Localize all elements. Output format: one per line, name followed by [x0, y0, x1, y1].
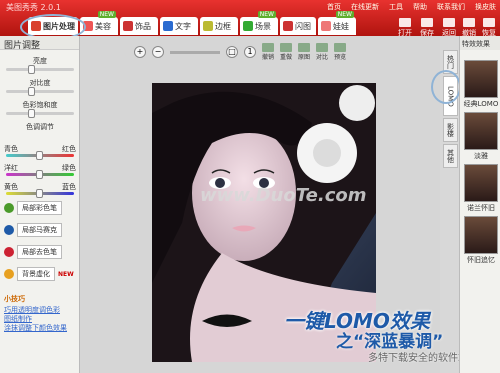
- saturation-label: 色彩饱和度: [22, 101, 58, 109]
- menu-contact[interactable]: 联系我们: [437, 2, 465, 12]
- save-icon: [421, 18, 433, 27]
- back-icon: [443, 18, 455, 27]
- tab-studio[interactable]: 影楼: [443, 118, 458, 142]
- new-badge: NEW: [257, 11, 276, 18]
- blur-background-button[interactable]: 背景虚化 NEW: [4, 267, 74, 281]
- menu-tools[interactable]: 工具: [389, 2, 403, 12]
- tab-text[interactable]: 文字: [160, 17, 198, 35]
- undo-button[interactable]: 撤销: [458, 18, 480, 38]
- save-button[interactable]: 保存: [416, 18, 438, 38]
- blur-icon: [4, 269, 14, 279]
- slider-knob[interactable]: [36, 189, 43, 198]
- tips-box: 小技巧 巧用透明度调色彩 图纸制作 涂抹调整下颜色效果: [4, 294, 67, 333]
- doll-icon: [321, 21, 331, 31]
- app-title: 美图秀秀 2.0.1: [6, 3, 61, 12]
- brightness-label: 亮度: [33, 57, 47, 65]
- redo-button[interactable]: 重做: [280, 43, 292, 61]
- magenta-green-slider[interactable]: [6, 170, 74, 179]
- hue-label: 色调调节: [26, 123, 54, 131]
- contrast-label: 对比度: [29, 79, 51, 87]
- contrast-slider[interactable]: [6, 87, 74, 96]
- tip-link[interactable]: 图纸制作: [4, 315, 67, 324]
- new-badge: NEW: [335, 11, 354, 18]
- original-button[interactable]: 原图: [298, 43, 310, 61]
- slider-knob[interactable]: [28, 65, 35, 74]
- tab-flash[interactable]: 闪图: [280, 17, 316, 35]
- effect-thumb[interactable]: [464, 112, 498, 150]
- menu-update[interactable]: 在线更新: [351, 2, 379, 12]
- heart-icon: [123, 21, 133, 31]
- effects-panel: 特效效果 经典LOMO 淡雅 诺兰怀旧 怀旧追忆: [459, 36, 500, 373]
- tab-scene[interactable]: NEW 场景: [240, 11, 278, 35]
- tab-border[interactable]: 边框: [200, 17, 238, 35]
- compare-icon: [316, 43, 329, 52]
- tips-title: 小技巧: [4, 295, 25, 303]
- tab-accessory[interactable]: 饰品: [120, 17, 158, 35]
- flash-icon: [283, 21, 293, 31]
- original-icon: [298, 43, 311, 52]
- folder-icon: [399, 18, 411, 27]
- decolor-brush-button[interactable]: 局部去色笔: [4, 245, 62, 259]
- cyan-red-slider[interactable]: [6, 151, 74, 160]
- undo-icon: [463, 18, 475, 27]
- effect-label: 诺兰怀旧: [467, 204, 495, 212]
- preview-icon: [334, 43, 347, 52]
- effect-label: 淡雅: [474, 152, 488, 160]
- menu-help[interactable]: 帮助: [413, 2, 427, 12]
- effect-label: 经典LOMO: [463, 100, 499, 108]
- undo-button[interactable]: 撤销: [262, 43, 274, 61]
- highlight-circle: [431, 70, 461, 104]
- slogan-line3: 多特下载安全的软件站: [368, 353, 468, 364]
- effect-thumb[interactable]: [464, 60, 498, 98]
- brightness-slider[interactable]: [6, 65, 74, 74]
- watermark: www.DuoTe.com: [200, 185, 367, 206]
- slider-knob[interactable]: [36, 151, 43, 160]
- preview-button[interactable]: 预览: [334, 43, 346, 61]
- canvas-toolbar: + − □ 1 撤销 重做 原图 对比 预览: [134, 43, 346, 61]
- zoom-in-icon[interactable]: +: [134, 46, 146, 58]
- back-button[interactable]: 返回: [438, 18, 460, 38]
- text-icon: [163, 21, 173, 31]
- tip-link[interactable]: 巧用透明度调色彩: [4, 306, 67, 315]
- compare-button[interactable]: 对比: [316, 43, 328, 61]
- brush-icon: [4, 203, 14, 213]
- effect-label: 怀旧追忆: [467, 256, 495, 264]
- mosaic-icon: [4, 225, 14, 235]
- open-button[interactable]: 打开: [394, 18, 416, 38]
- eraser-icon: [4, 247, 14, 257]
- slider-knob[interactable]: [28, 87, 35, 96]
- new-badge: NEW: [58, 270, 74, 278]
- new-badge: NEW: [97, 11, 116, 18]
- scene-icon: [243, 21, 253, 31]
- redo-button[interactable]: 恢复: [478, 18, 500, 38]
- tab-doll[interactable]: NEW 娃娃: [318, 11, 356, 35]
- yellow-blue-slider[interactable]: [6, 189, 74, 198]
- left-panel: 图片调整 亮度 对比度 色彩饱和度 色调调节 青色 红色 洋红 绿色 黄色 蓝色 局部…: [0, 36, 80, 373]
- effect-thumb[interactable]: [464, 216, 498, 254]
- undo-icon: [262, 43, 274, 52]
- frame-icon: [203, 21, 213, 31]
- saturation-slider[interactable]: [6, 109, 74, 118]
- effects-title: 特效效果: [460, 36, 500, 50]
- color-brush-button[interactable]: 局部彩色笔: [4, 201, 62, 215]
- redo-icon: [280, 43, 293, 52]
- effect-thumb[interactable]: [464, 164, 498, 202]
- actual-size-icon[interactable]: 1: [244, 46, 256, 58]
- fit-icon[interactable]: □: [226, 46, 238, 58]
- slider-knob[interactable]: [36, 170, 43, 179]
- tip-link[interactable]: 涂抹调整下颜色效果: [4, 324, 67, 333]
- tab-other[interactable]: 其他: [443, 144, 458, 168]
- menu-skin[interactable]: 换皮肤: [475, 2, 496, 12]
- panel-title: 图片调整: [0, 36, 79, 51]
- effect-category-tabs: 热门 LOMO 影楼 其他: [443, 50, 458, 170]
- redo-icon: [483, 18, 495, 27]
- zoom-slider[interactable]: [170, 50, 220, 54]
- slider-knob[interactable]: [28, 109, 35, 118]
- mosaic-button[interactable]: 局部马赛克: [4, 223, 62, 237]
- zoom-out-icon[interactable]: −: [152, 46, 164, 58]
